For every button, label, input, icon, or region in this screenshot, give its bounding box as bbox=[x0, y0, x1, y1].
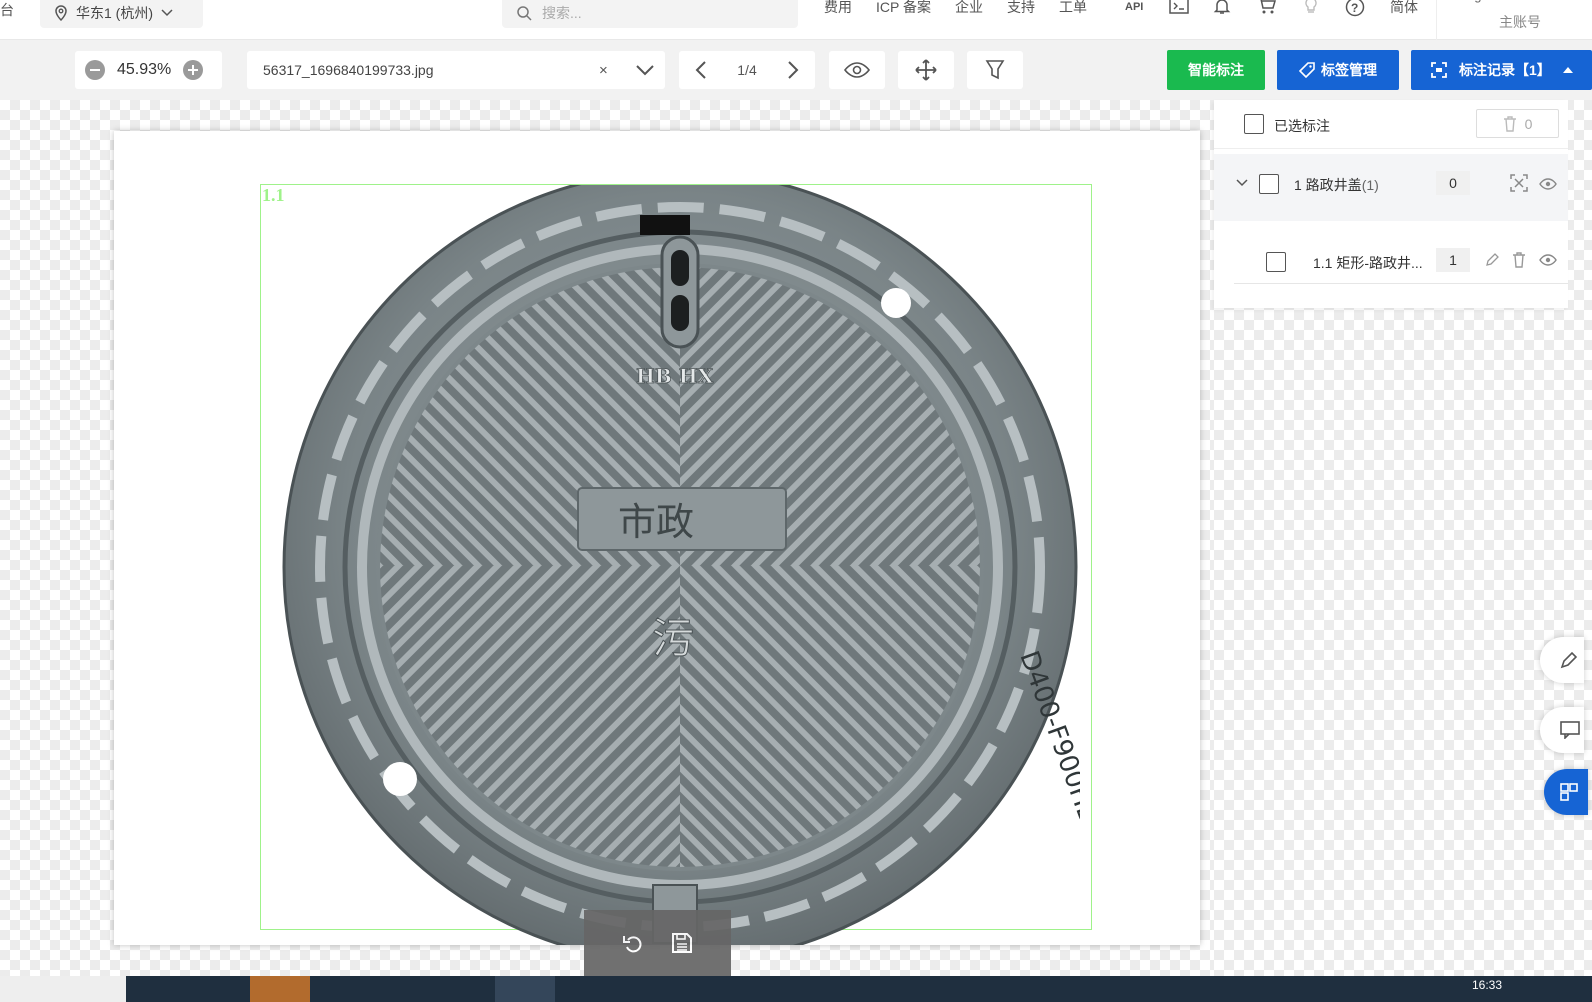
divider bbox=[1234, 283, 1568, 284]
side-apps-button[interactable] bbox=[1544, 769, 1588, 815]
search-placeholder: 搜索... bbox=[542, 5, 582, 21]
taskbar-app-active[interactable] bbox=[495, 976, 555, 1002]
nav-link-ticket[interactable]: 工单 bbox=[1059, 0, 1087, 17]
eye-icon bbox=[844, 62, 870, 78]
canvas-action-bar bbox=[584, 910, 731, 976]
taskbar-clock: 16:33 bbox=[1472, 978, 1503, 992]
label-group-row[interactable]: 1 路政井盖(1) 0 bbox=[1214, 154, 1568, 221]
zoom-level: 45.93% bbox=[117, 61, 172, 78]
file-name: 56317_1696840199733.jpg bbox=[263, 62, 434, 78]
undo-icon[interactable] bbox=[622, 932, 644, 954]
tag-icon bbox=[1299, 62, 1315, 78]
manhole-center-text: 市政 bbox=[618, 500, 694, 544]
location-icon bbox=[55, 5, 67, 21]
annotation-records-label: 标注记录【1】 bbox=[1459, 62, 1551, 78]
trash-icon bbox=[1503, 115, 1516, 132]
manhole-cover-image: 市政 HB HX 污 D400-F900HB HX bbox=[282, 185, 1080, 945]
tag-management-button[interactable]: 标签管理 bbox=[1277, 50, 1399, 90]
user-menu[interactable]: zhang ... 主账号 bbox=[1436, 0, 1566, 40]
lightbulb-icon[interactable] bbox=[1303, 0, 1319, 15]
group-count: 0 bbox=[1436, 171, 1470, 195]
search-input[interactable]: 搜索... bbox=[502, 0, 798, 28]
cart-icon[interactable] bbox=[1257, 0, 1277, 15]
move-icon bbox=[915, 59, 937, 81]
file-selector[interactable]: 56317_1696840199733.jpg × bbox=[247, 51, 665, 89]
annotation-records-button[interactable]: 标注记录【1】 bbox=[1411, 50, 1592, 90]
clear-file-button[interactable]: × bbox=[599, 62, 608, 79]
manhole-top-text: HB HX bbox=[636, 364, 714, 388]
nav-link-enterprise[interactable]: 企业 bbox=[955, 0, 983, 17]
nav-link-support[interactable]: 支持 bbox=[1007, 0, 1035, 17]
zoom-out-button[interactable] bbox=[85, 60, 105, 80]
user-role: 主账号 bbox=[1499, 14, 1541, 30]
save-icon[interactable] bbox=[671, 932, 693, 954]
delete-selected-button[interactable]: 0 bbox=[1476, 109, 1559, 138]
select-area-icon bbox=[1431, 62, 1447, 78]
selected-count: 0 bbox=[1524, 115, 1533, 132]
smart-annotate-button[interactable]: 智能标注 bbox=[1167, 50, 1265, 90]
page-indicator: 1/4 bbox=[737, 62, 757, 78]
annotation-item-row[interactable]: 1.1 矩形-路政井... 1 bbox=[1214, 232, 1568, 284]
zoom-in-button[interactable] bbox=[183, 60, 204, 80]
region-selector[interactable]: 华东1 (杭州) bbox=[40, 0, 203, 28]
edit-icon bbox=[1560, 651, 1578, 669]
visibility-toggle-button[interactable] bbox=[829, 51, 885, 89]
annotation-panel: 已选标注 0 1 路政井盖(1) 0 1.1 矩形-路政井... 1 bbox=[1214, 100, 1592, 976]
annotation-list: 已选标注 0 1 路政井盖(1) 0 1.1 矩形-路政井... 1 bbox=[1214, 100, 1568, 308]
language-selector[interactable]: 简体 bbox=[1390, 0, 1418, 17]
prev-page-button[interactable] bbox=[695, 60, 707, 80]
group-checkbox[interactable] bbox=[1259, 174, 1279, 194]
nav-links: 费用 ICP 备案 企业 支持 工单 bbox=[824, 0, 1087, 17]
bell-icon[interactable] bbox=[1213, 0, 1231, 15]
chevron-down-icon[interactable] bbox=[635, 63, 655, 77]
api-icon[interactable]: API bbox=[1124, 0, 1144, 15]
selected-row: 已选标注 0 bbox=[1214, 100, 1568, 149]
annotation-toolbar: 45.93% 56317_1696840199733.jpg × 1/4 智能标… bbox=[0, 40, 1592, 100]
zoom-control: 45.93% bbox=[75, 51, 222, 89]
eye-icon[interactable] bbox=[1539, 254, 1557, 266]
group-label: 1 路政井盖(1) bbox=[1294, 177, 1379, 193]
terminal-icon[interactable] bbox=[1169, 0, 1189, 15]
nav-link-icp[interactable]: ICP 备案 bbox=[876, 0, 931, 17]
edit-icon[interactable] bbox=[1485, 253, 1499, 267]
grid-icon bbox=[1560, 783, 1578, 801]
filter-icon bbox=[985, 60, 1005, 80]
search-icon bbox=[517, 6, 532, 21]
comment-icon bbox=[1560, 721, 1580, 739]
region-label: 华东1 (杭州) bbox=[76, 5, 153, 21]
item-checkbox[interactable] bbox=[1266, 252, 1286, 272]
pager: 1/4 bbox=[679, 51, 815, 89]
filter-tool-button[interactable] bbox=[967, 51, 1023, 89]
os-taskbar: 16:33 bbox=[0, 976, 1592, 1002]
smart-annotate-label: 智能标注 bbox=[1188, 62, 1244, 78]
next-page-button[interactable] bbox=[787, 60, 799, 80]
select-all-checkbox[interactable] bbox=[1244, 114, 1264, 134]
hide-selection-icon[interactable] bbox=[1510, 174, 1528, 192]
trash-icon[interactable] bbox=[1512, 252, 1526, 268]
help-icon[interactable]: ? bbox=[1345, 0, 1365, 17]
taskbar-app[interactable] bbox=[250, 976, 310, 1002]
nav-link-billing[interactable]: 费用 bbox=[824, 0, 852, 17]
pan-tool-button[interactable] bbox=[898, 51, 954, 89]
chevron-down-icon[interactable] bbox=[1236, 179, 1248, 187]
annotation-canvas[interactable]: 1.1 市政 HB HX 污 D400-F900HB bbox=[0, 100, 1214, 976]
image-frame: 1.1 市政 HB HX 污 D400-F900HB bbox=[114, 131, 1200, 945]
eye-icon[interactable] bbox=[1539, 178, 1557, 190]
item-label: 1.1 矩形-路政井... bbox=[1313, 255, 1423, 271]
svg-text:API: API bbox=[1125, 1, 1143, 13]
nav-edge-text: 台 bbox=[0, 2, 14, 18]
chevron-down-icon bbox=[161, 9, 173, 17]
caret-up-icon bbox=[1562, 67, 1573, 73]
top-nav: 台 华东1 (杭州) 搜索... 费用 ICP 备案 企业 支持 工单 API … bbox=[0, 0, 1592, 40]
side-edit-button[interactable] bbox=[1540, 637, 1584, 683]
user-name: zhang bbox=[1446, 0, 1481, 3]
svg-text:?: ? bbox=[1351, 1, 1358, 15]
item-count: 1 bbox=[1436, 248, 1470, 272]
tag-management-label: 标签管理 bbox=[1321, 62, 1377, 78]
manhole-lower-text: 污 bbox=[652, 614, 694, 663]
taskbar-start-area[interactable] bbox=[0, 976, 126, 1002]
side-comment-button[interactable] bbox=[1540, 707, 1584, 753]
selected-label: 已选标注 bbox=[1274, 118, 1330, 134]
